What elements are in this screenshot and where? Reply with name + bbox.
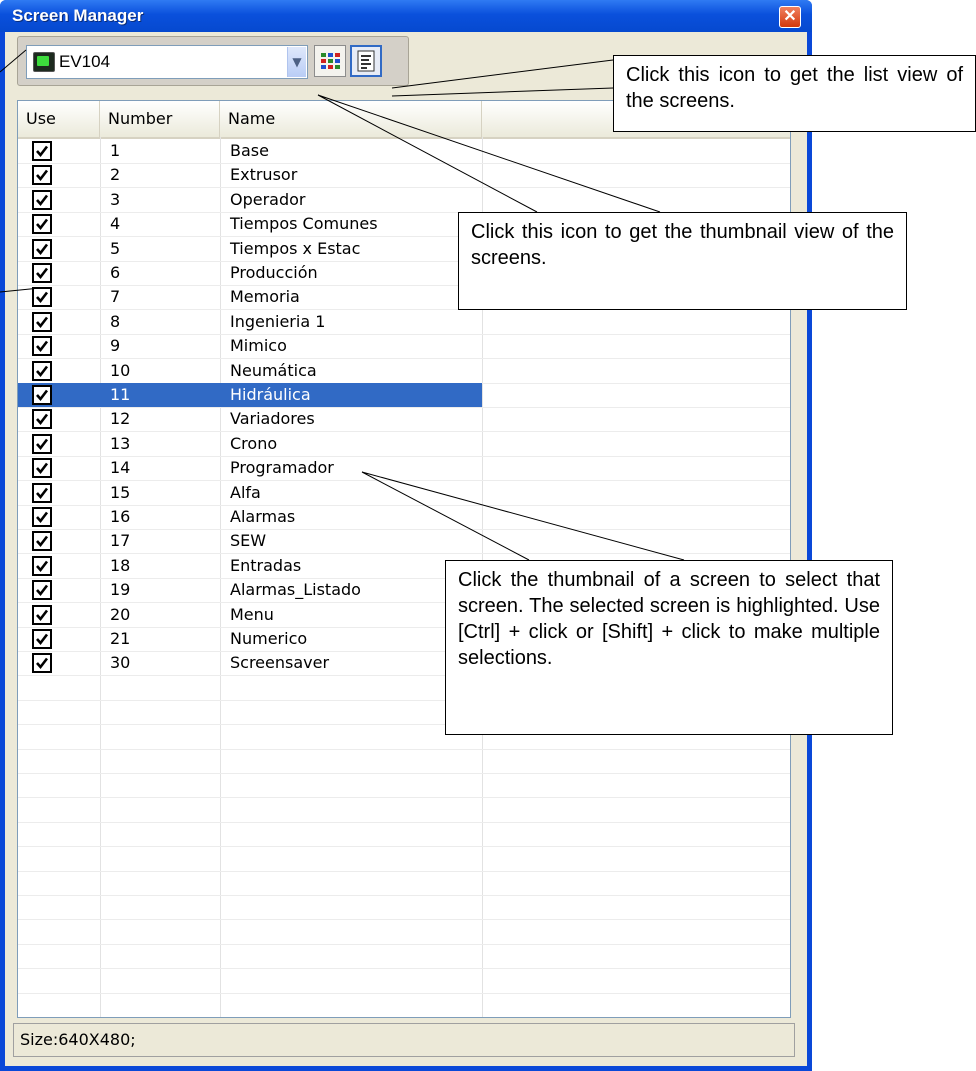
callout-select-screen: Click the thumbnail of a screen to selec… (445, 560, 893, 735)
leader-line (0, 49, 27, 73)
callout-thumbnail-view: Click this icon to get the thumbnail vie… (458, 212, 907, 310)
callout-list-view: Click this icon to get the list view of … (613, 55, 976, 132)
callout-leaders (0, 49, 685, 561)
leader-line (361, 471, 685, 561)
leader-line (391, 87, 614, 97)
leader-line (391, 59, 614, 89)
leader-line (0, 287, 41, 293)
leader-line (317, 94, 661, 213)
